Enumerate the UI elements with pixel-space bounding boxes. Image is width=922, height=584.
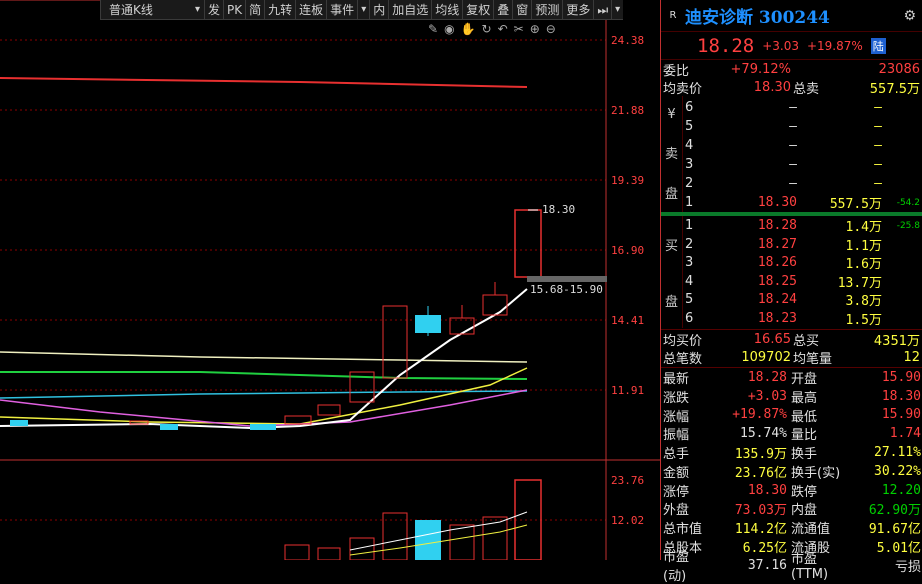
sell-side-label: ¥ 卖 盘	[661, 96, 683, 212]
sell-row[interactable]: 6– –	[683, 98, 922, 117]
stat-row: 总市值 114.2亿 流通值 91.67亿	[663, 522, 921, 538]
total-sell-value: 557.5万	[869, 81, 920, 97]
buy-row[interactable]: 3 18.26 1.6万	[683, 253, 922, 272]
tb-forecast[interactable]: 预测	[531, 0, 562, 20]
tb-lianban[interactable]: 连板	[295, 0, 326, 20]
weibi-label: 委比	[663, 63, 690, 79]
stock-title[interactable]: 迪安诊断 300244	[685, 3, 830, 28]
tb-fa[interactable]: 发	[204, 0, 223, 20]
tb-jian[interactable]: 简	[245, 0, 264, 20]
price-tick: 24.38	[611, 34, 645, 47]
trade-count-row: 总笔数 109702 均笔量 12	[663, 349, 920, 367]
kline-type-select[interactable]: 普通K线	[100, 0, 204, 20]
total-sell-label: 总卖	[793, 81, 820, 97]
buy-row[interactable]: 6 18.23 1.5万	[683, 309, 922, 328]
stats-grid: 最新 18.28 开盘 15.90 涨跌 +3.03 最高 18.30 涨幅 +19.87% 最…	[661, 368, 922, 584]
stat-row: 外盘 73.03万 内盘 62.90万	[663, 503, 921, 519]
hand-icon[interactable]: ✋	[461, 22, 476, 36]
tb-events-dropdown[interactable]: ▾	[357, 0, 369, 20]
connect-badge: 陆	[870, 37, 886, 54]
volume-bars	[284, 479, 542, 561]
avg-buy-row: 均买价 16.65 总买 4351万	[663, 331, 920, 349]
tb-events[interactable]: 事件	[326, 0, 357, 20]
avg-sell-value: 18.30	[753, 79, 791, 95]
stat-row: 振幅 15.74% 量比 1.74	[663, 426, 921, 444]
refresh-icon[interactable]: ↻	[482, 22, 492, 36]
skip-forward-icon[interactable]: ⏭	[593, 0, 611, 20]
tb-more[interactable]: 更多	[562, 0, 593, 20]
buy-row[interactable]: 5 18.24 3.8万	[683, 290, 922, 309]
buy-row[interactable]: 1 18.28 1.4万 -25.8	[683, 216, 922, 235]
tb-jiuzhuan[interactable]: 九转	[264, 0, 295, 20]
tb-window[interactable]: 窗	[512, 0, 531, 20]
price-tick: 19.39	[611, 174, 645, 187]
price-row: 18.28 +3.03 +19.87% 陆	[661, 32, 922, 60]
ma-line-pink	[0, 389, 528, 427]
stat-row: 最新 18.28 开盘 15.90	[663, 369, 921, 387]
tb-adjust[interactable]: 复权	[462, 0, 493, 20]
price-change: +3.03	[762, 38, 799, 53]
buy-row[interactable]: 4 18.25 13.7万	[683, 272, 922, 291]
weicha-value: 23086	[878, 61, 920, 77]
buy-book: 买 盘 1 18.28 1.4万 -25.8 2 18.27 1.1万 3 18.26 1.6…	[661, 216, 922, 328]
tb-overlay[interactable]: 叠	[493, 0, 512, 20]
avg-sell-row: 均卖价 18.30 总卖 557.5万	[661, 78, 922, 97]
price-pct: +19.87%	[806, 38, 863, 53]
stat-row: 总手 135.9万 换手 27.11%	[663, 445, 921, 463]
ma-line-green	[0, 371, 528, 380]
candles	[10, 209, 607, 430]
current-price: 18.28	[697, 34, 755, 57]
avg-sell-label: 均卖价	[663, 81, 703, 97]
sell-row[interactable]: 1 18.30 557.5万 -54.2	[683, 193, 922, 212]
scissors-icon[interactable]: ✂	[514, 22, 524, 36]
buy-side-label: 买 盘	[661, 216, 683, 328]
ma-line-cream	[0, 351, 528, 363]
tb-nei[interactable]: 内	[369, 0, 388, 20]
stat-row: 市盈(动) 37.16 市盈(TTM) 亏损	[663, 550, 921, 584]
buy-row[interactable]: 2 18.27 1.1万	[683, 235, 922, 254]
chart-toolbar: 普通K线 发 PK 简 九转 连板 事件 ▾ 内 加自选 均线 复权 叠 窗 预…	[100, 0, 624, 20]
pen-icon[interactable]: ✎	[428, 22, 438, 36]
range-annotation: 15.68-15.90	[530, 283, 603, 296]
stat-row: 涨跌 +3.03 最高 18.30	[663, 388, 921, 406]
ma-line-red	[0, 77, 528, 88]
kline-svg	[0, 0, 660, 561]
weibi-value: +79.12%	[730, 61, 791, 77]
volume-tick: 12.02	[611, 514, 645, 527]
sell-row[interactable]: 2– –	[683, 174, 922, 193]
quote-panel: R 迪安诊断 300244 ⚙ 18.28 +3.03 +19.87% 陆 委比…	[660, 0, 922, 584]
eye-icon[interactable]: ◉	[444, 22, 454, 36]
price-tick: 14.41	[611, 314, 645, 327]
undo-icon[interactable]: ↶	[498, 22, 508, 36]
kline-chart[interactable]: 24.38 21.88 19.39 16.90 14.41 11.91 23.7…	[0, 0, 660, 561]
stat-row: 涨停 18.30 跌停 12.20	[663, 482, 921, 500]
sell-row[interactable]: 3– –	[683, 155, 922, 174]
zoom-out-icon[interactable]: ⊖	[546, 22, 556, 36]
volume-tick: 23.76	[611, 474, 645, 487]
tb-add-watch[interactable]: 加自选	[388, 0, 431, 20]
zoom-in-icon[interactable]: ⊕	[530, 22, 540, 36]
tb-pk[interactable]: PK	[223, 0, 245, 20]
chart-tools: ✎ ◉ ✋ ↻ ↶ ✂ ⊕ ⊖	[428, 22, 556, 36]
sell-row[interactable]: 4– –	[683, 136, 922, 155]
stat-row: 涨幅 +19.87% 最低 15.90	[663, 407, 921, 425]
weibi-row: 委比 +79.12% 23086	[661, 60, 922, 79]
price-tick: 16.90	[611, 244, 645, 257]
tb-ma[interactable]: 均线	[431, 0, 462, 20]
high-annotation: 18.30	[542, 203, 576, 216]
sell-book: ¥ 卖 盘 6– – 5– – 4– – 3– – 2– – 1 18.30 557.5万 -5…	[661, 96, 922, 212]
title-row: R 迪安诊断 300244 ⚙	[661, 0, 922, 32]
price-tick: 11.91	[611, 384, 645, 397]
buy-summary: 均买价 16.65 总买 4351万 总笔数 109702 均笔量 12	[661, 330, 922, 367]
price-tick: 21.88	[611, 104, 645, 117]
gear-icon[interactable]: ⚙	[903, 8, 916, 24]
r-mark: R	[669, 10, 677, 21]
sell-row[interactable]: 5– –	[683, 117, 922, 136]
stat-row: 金额 23.76亿 换手(实) 30.22%	[663, 463, 921, 481]
toolbar-dropdown-icon[interactable]: ▾	[611, 0, 623, 20]
